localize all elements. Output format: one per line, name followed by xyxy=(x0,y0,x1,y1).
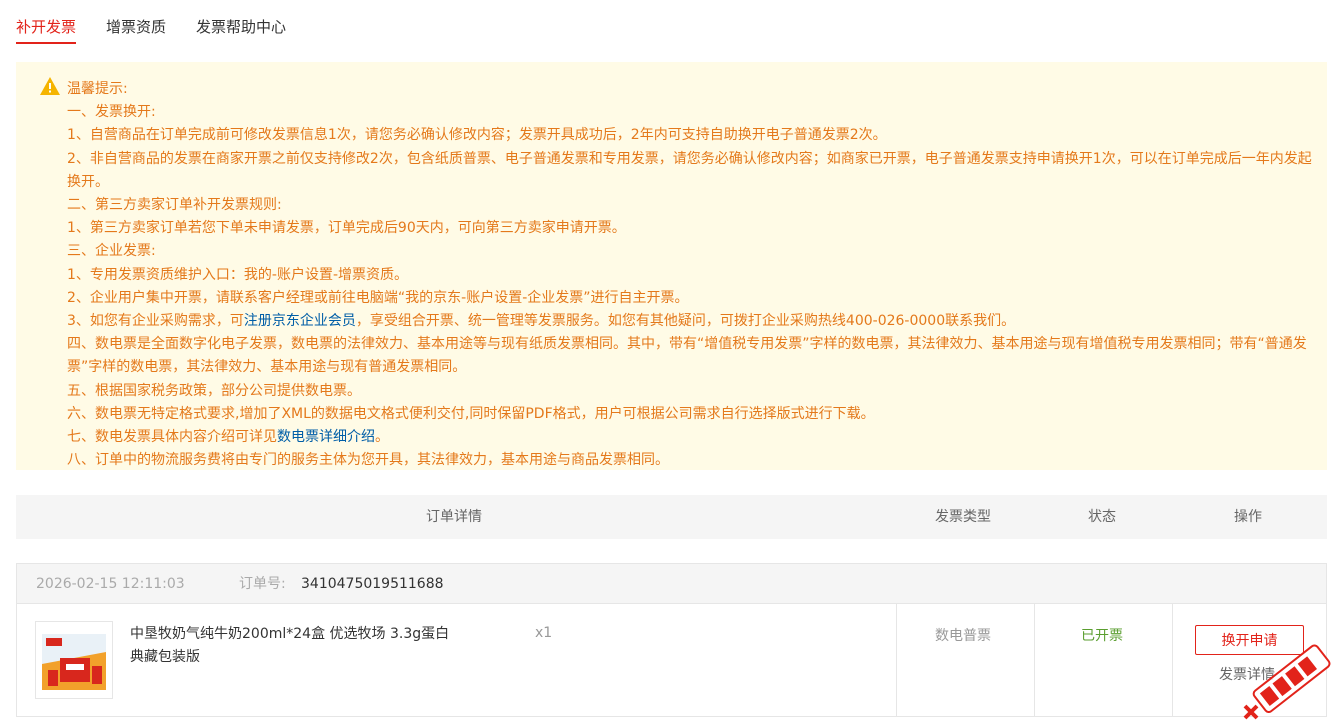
notice-text: 七、数电发票具体内容介绍可详见 xyxy=(67,429,277,446)
notice-line: 1、第三方卖家订单若您下单未申请发票，订单完成后90天内，可向第三方卖家申请开票… xyxy=(67,220,626,237)
order-item-row: 中垦牧奶气纯牛奶200ml*24盒 优选牧场 3.3g蛋白 典藏包装版 x1 数… xyxy=(17,604,1326,716)
milk-product-image xyxy=(40,626,108,694)
order-datetime: 2026-02-15 12:11:03 xyxy=(36,576,185,592)
notice-text: 。 xyxy=(375,429,389,446)
notice-title: 温馨提示: xyxy=(67,81,128,97)
order-number: 3410475019511688 xyxy=(301,576,444,592)
notice-line: 2、非自营商品的发票在商家开票之前仅支持修改2次，包含纸质普票、电子普通发票和专… xyxy=(67,150,1312,190)
tab-invoice-help-center[interactable]: 发票帮助中心 xyxy=(196,0,286,44)
header-order-detail: 订单详情 xyxy=(426,509,482,525)
notice-line: 1、专用发票资质维护入口：我的-账户设置-增票资质。 xyxy=(67,266,409,283)
register-enterprise-link[interactable]: 注册京东企业会员 xyxy=(244,313,356,329)
column-divider xyxy=(1172,604,1173,716)
notice-line: 1、自营商品在订单完成前可修改发票信息1次，请您务必确认修改内容；发票开具成功后… xyxy=(67,127,887,144)
notice-line: 2、企业用户集中开票，请联系客户经理或前往电脑端“我的京东-账户设置-企业发票”… xyxy=(67,289,689,306)
invoice-status: 已开票 xyxy=(1081,628,1123,644)
column-divider xyxy=(1034,604,1035,716)
order-number-label: 订单号: xyxy=(239,576,286,592)
e-invoice-detail-link[interactable]: 数电票详细介绍 xyxy=(277,429,375,445)
order-card: 2026-02-15 12:11:03 订单号: 341047501951168… xyxy=(16,563,1327,717)
notice-line: 八、订单中的物流服务费将由专门的服务主体为您开具，其法律效力，基本用途与商品发票… xyxy=(67,452,669,469)
notice-line: 五、根据国家税务政策，部分公司提供数电票。 xyxy=(67,382,361,399)
warning-icon xyxy=(40,77,60,95)
notice-text: ，享受组合开票、统一管理等发票服务。如您有其他疑问，可拨打企业采购热线400-0… xyxy=(355,313,1016,330)
order-header: 2026-02-15 12:11:03 订单号: 341047501951168… xyxy=(17,564,1326,604)
notice-text: 3、如您有企业采购需求，可 xyxy=(67,313,244,330)
header-invoice-type: 发票类型 xyxy=(935,509,991,525)
notice-line: 二、第三方卖家订单补开发票规则: xyxy=(67,197,282,214)
table-header: 订单详情 发票类型 状态 操作 xyxy=(16,495,1327,539)
notice-line: 3、如您有企业采购需求，可注册京东企业会员，享受组合开票、统一管理等发票服务。如… xyxy=(67,310,1317,333)
tab-bar: 补开发票 增票资质 发票帮助中心 xyxy=(16,0,316,44)
tab-vat-qualification[interactable]: 增票资质 xyxy=(106,0,166,44)
product-thumbnail[interactable] xyxy=(35,621,113,699)
notice-line: 一、发票换开: xyxy=(67,104,156,121)
product-name[interactable]: 中垦牧奶气纯牛奶200ml*24盒 优选牧场 3.3g蛋白 典藏包装版 xyxy=(130,623,450,669)
notice-line: 六、数电票无特定格式要求,增加了XML的数据电文格式便利交付,同时保留PDF格式… xyxy=(67,405,875,422)
notice-line: 四、数电票是全面数字化电子发票，数电票的法律效力、基本用途等与现有纸质发票相同。… xyxy=(67,336,1307,376)
product-quantity: x1 xyxy=(535,625,553,641)
community-watermark-logo xyxy=(1243,644,1331,720)
notice-panel: 温馨提示: 一、发票换开: 1、自营商品在订单完成前可修改发票信息1次，请您务必… xyxy=(16,62,1327,470)
tab-reissue-invoice[interactable]: 补开发票 xyxy=(16,0,77,44)
column-divider xyxy=(896,604,897,716)
header-status: 状态 xyxy=(1088,509,1116,525)
invoice-type-value: 数电普票 xyxy=(935,628,991,644)
notice-line: 七、数电发票具体内容介绍可详见数电票详细介绍。 xyxy=(67,426,1317,449)
notice-lines: 一、发票换开: 1、自营商品在订单完成前可修改发票信息1次，请您务必确认修改内容… xyxy=(67,101,1317,472)
header-action: 操作 xyxy=(1234,509,1262,525)
notice-line: 三、企业发票: xyxy=(67,243,156,260)
